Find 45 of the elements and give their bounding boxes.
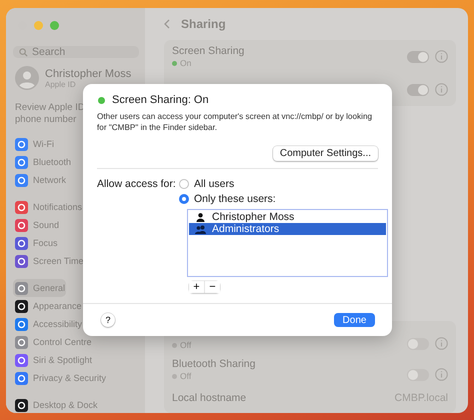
group-icon	[195, 224, 206, 234]
info-icon[interactable]	[435, 337, 448, 350]
sidebar-item[interactable]: General	[13, 279, 66, 297]
done-button[interactable]: Done	[334, 313, 375, 327]
sidebar-item[interactable]: Network	[13, 171, 68, 189]
row-title: Screen Sharing	[172, 45, 246, 57]
sidebar-item[interactable]: Appearance	[13, 297, 83, 315]
back-icon[interactable]	[164, 19, 170, 29]
pane-title: Sharing	[181, 17, 226, 31]
info-icon[interactable]	[435, 50, 448, 63]
computer-settings-button[interactable]: Computer Settings...	[272, 146, 378, 161]
sidebar-item[interactable]: Privacy & Security	[13, 369, 108, 387]
toggle-switch[interactable]	[407, 369, 429, 381]
person-icon	[195, 212, 206, 222]
toggle-switch[interactable]	[407, 338, 429, 350]
sidebar-item[interactable]: Accessibility	[13, 315, 84, 333]
account-name[interactable]: Christopher Moss	[45, 68, 132, 80]
sidebar-item[interactable]: Sound	[13, 216, 60, 234]
avatar-icon[interactable]	[15, 66, 39, 90]
sidebar-item[interactable]: Focus	[13, 234, 59, 252]
status-title: Screen Sharing: On	[112, 94, 209, 106]
toggle-switch[interactable]	[407, 50, 429, 62]
access-label: Allow access for:	[97, 177, 177, 192]
help-button[interactable]: ?	[101, 313, 115, 327]
user-row[interactable]: Christopher Moss	[189, 211, 386, 223]
radio-option[interactable]: All users	[179, 177, 388, 190]
sidebar-item[interactable]: Siri & Spotlight	[13, 351, 94, 369]
radio-option[interactable]: Only these users:	[179, 192, 388, 205]
row-title: Local hostname	[172, 392, 248, 404]
row-title: Bluetooth Sharing	[172, 358, 256, 370]
add-button[interactable]: +	[189, 281, 204, 293]
sidebar-item[interactable]: Wi-Fi	[13, 135, 55, 153]
toggle-switch[interactable]	[407, 84, 429, 96]
sidebar-item[interactable]: Desktop & Dock	[13, 396, 99, 413]
user-row[interactable]: Administrators	[189, 223, 386, 235]
sidebar-item[interactable]: Notifications	[13, 198, 84, 216]
description-text: Other users can access your computer's screen at vnc://cmbp/ or by looking for "CMBP" in the Finder sidebar.	[97, 111, 374, 133]
sidebar-item[interactable]: Control Centre	[13, 333, 93, 351]
search-icon	[19, 48, 28, 56]
sidebar-item[interactable]: Bluetooth	[13, 153, 72, 171]
info-icon[interactable]	[435, 83, 448, 96]
search-placeholder: Search	[32, 46, 66, 58]
remove-button[interactable]: −	[204, 281, 220, 293]
info-icon[interactable]	[435, 368, 448, 381]
search-field[interactable]: Search	[13, 46, 139, 58]
